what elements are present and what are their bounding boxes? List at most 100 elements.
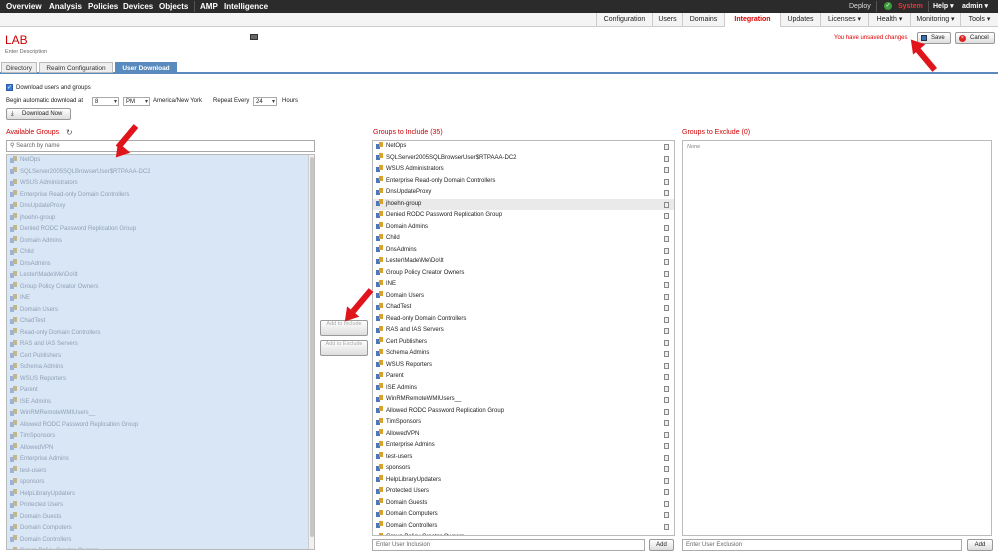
exclude-groups-list[interactable]: None xyxy=(682,140,992,536)
exclude-user-input[interactable]: Enter User Exclusion xyxy=(682,539,962,551)
list-item[interactable]: WSUS Reporters xyxy=(373,360,674,372)
nav-policies[interactable]: Policies xyxy=(88,0,118,13)
add-exclude-button[interactable]: Add xyxy=(967,539,993,551)
trash-icon[interactable] xyxy=(664,316,669,323)
list-item[interactable]: Protected Users xyxy=(373,486,674,498)
trash-icon[interactable] xyxy=(664,397,669,403)
list-item[interactable]: Domain Admins xyxy=(7,236,314,248)
list-item[interactable]: Enterprise Admins xyxy=(7,454,314,466)
subtab-licenses[interactable]: Licenses ▾ xyxy=(820,13,868,27)
health-check-icon[interactable]: ✓ xyxy=(884,2,892,10)
trash-icon[interactable] xyxy=(664,477,669,484)
list-item[interactable]: DnsAdmins xyxy=(373,245,674,257)
list-item[interactable]: Denied RODC Password Replication Group xyxy=(7,224,314,236)
subtab-tools[interactable]: Tools ▾ xyxy=(960,13,998,27)
edit-icon[interactable] xyxy=(250,34,258,40)
nav-analysis[interactable]: Analysis xyxy=(49,0,82,13)
list-item[interactable]: ISE Admins xyxy=(373,383,674,395)
list-item[interactable]: test-users xyxy=(7,466,314,478)
list-item[interactable]: Domain Users xyxy=(373,291,674,303)
trash-icon[interactable] xyxy=(664,523,669,530)
trash-icon[interactable] xyxy=(664,431,669,438)
list-item[interactable]: jhoehn-group xyxy=(7,213,314,225)
list-item[interactable]: Schema Admins xyxy=(7,362,314,374)
list-item[interactable]: ChadTest xyxy=(373,302,674,314)
subtab-updates[interactable]: Updates xyxy=(780,13,820,27)
nav-intelligence[interactable]: Intelligence xyxy=(224,0,268,13)
trash-icon[interactable] xyxy=(664,190,669,196)
trash-icon[interactable] xyxy=(664,489,669,495)
subtab-monitoring[interactable]: Monitoring ▾ xyxy=(910,13,960,27)
list-item[interactable]: Domain Computers xyxy=(373,509,674,521)
list-item[interactable]: Allowed RODC Password Replication Group xyxy=(373,406,674,418)
list-item[interactable]: Child xyxy=(373,233,674,245)
list-item[interactable]: AllowedVPN xyxy=(373,429,674,441)
list-item[interactable]: NetOps xyxy=(7,155,314,167)
trash-icon[interactable] xyxy=(664,270,669,277)
trash-icon[interactable] xyxy=(664,155,669,162)
list-item[interactable]: DnsUpdateProxy xyxy=(373,187,674,199)
trash-icon[interactable] xyxy=(664,236,669,242)
trash-icon[interactable] xyxy=(664,351,669,357)
list-item[interactable]: Enterprise Read-only Domain Controllers xyxy=(373,176,674,188)
page-title[interactable]: LAB xyxy=(5,33,28,47)
trash-icon[interactable] xyxy=(664,328,669,334)
list-item[interactable]: Group Policy Creator Owners xyxy=(373,268,674,280)
trash-icon[interactable] xyxy=(664,259,669,265)
list-item[interactable]: Domain Computers xyxy=(7,523,314,535)
list-item[interactable]: Cert Publishers xyxy=(373,337,674,349)
list-item[interactable]: Enterprise Admins xyxy=(373,440,674,452)
list-item[interactable]: Group Policy Creator Owners xyxy=(7,546,314,549)
scrollbar-thumb[interactable] xyxy=(310,157,314,537)
refresh-icon[interactable]: ↻ xyxy=(66,128,73,137)
list-item[interactable]: Domain Guests xyxy=(373,498,674,510)
deploy-button[interactable]: Deploy xyxy=(849,0,871,13)
tab-user-download[interactable]: User Download xyxy=(115,62,177,73)
add-to-include-button[interactable]: Add to Include xyxy=(320,320,368,336)
list-item[interactable]: test-users xyxy=(373,452,674,464)
list-item[interactable]: NetOps xyxy=(373,141,674,153)
trash-icon[interactable] xyxy=(664,454,669,461)
trash-icon[interactable] xyxy=(664,213,669,219)
list-item[interactable]: DnsAdmins xyxy=(7,259,314,271)
list-item[interactable]: Schema Admins xyxy=(373,348,674,360)
list-item[interactable]: HelpLibraryUpdaters xyxy=(7,489,314,501)
download-now-button[interactable]: ⤓ Download Now xyxy=(6,108,71,120)
list-item[interactable]: INE xyxy=(373,279,674,291)
nav-amp[interactable]: AMP xyxy=(200,0,218,13)
list-item[interactable]: WSUS Administrators xyxy=(7,178,314,190)
list-item[interactable]: SQLServer2005SQLBrowserUser$RTPAAA-DC2 xyxy=(373,153,674,165)
trash-icon[interactable] xyxy=(664,408,669,415)
include-user-input[interactable]: Enter User Inclusion xyxy=(372,539,645,551)
trash-icon[interactable] xyxy=(664,247,669,254)
tab-directory[interactable]: Directory xyxy=(1,62,37,73)
list-item[interactable]: HelpLibraryUpdaters xyxy=(373,475,674,487)
trash-icon[interactable] xyxy=(664,535,669,536)
trash-icon[interactable] xyxy=(664,385,669,392)
hour-select[interactable]: 8 xyxy=(92,97,119,106)
available-groups-list[interactable]: NetOps SQLServer2005SQLBrowserUser$RTPAAA… xyxy=(6,154,315,550)
list-item[interactable]: Protected Users xyxy=(7,500,314,512)
list-item[interactable]: Read-only Domain Controllers xyxy=(373,314,674,326)
list-item[interactable]: Denied RODC Password Replication Group xyxy=(373,210,674,222)
list-item[interactable]: Read-only Domain Controllers xyxy=(7,328,314,340)
list-item[interactable]: Parent xyxy=(373,371,674,383)
download-users-checkbox[interactable]: ✓ xyxy=(6,84,13,91)
list-item[interactable]: RAS and IAS Servers xyxy=(7,339,314,351)
list-item[interactable]: Group Policy Creator Owners xyxy=(7,282,314,294)
list-item[interactable]: Cert Publishers xyxy=(7,351,314,363)
list-item[interactable]: Domain Controllers xyxy=(7,535,314,547)
list-item[interactable]: Parent xyxy=(7,385,314,397)
trash-icon[interactable] xyxy=(664,500,669,507)
trash-icon[interactable] xyxy=(664,282,669,288)
list-item[interactable]: TimSponsors xyxy=(7,431,314,443)
list-item[interactable]: Child xyxy=(7,247,314,259)
subtab-health[interactable]: Health ▾ xyxy=(868,13,910,27)
list-item[interactable]: ISE Admins xyxy=(7,397,314,409)
available-scrollbar[interactable] xyxy=(308,155,314,549)
nav-objects[interactable]: Objects xyxy=(159,0,188,13)
list-item[interactable]: WSUS Administrators xyxy=(373,164,674,176)
list-item[interactable]: ChadTest xyxy=(7,316,314,328)
list-item[interactable]: WSUS Reporters xyxy=(7,374,314,386)
list-item[interactable]: Lester\Made\Me\Do\It xyxy=(7,270,314,282)
